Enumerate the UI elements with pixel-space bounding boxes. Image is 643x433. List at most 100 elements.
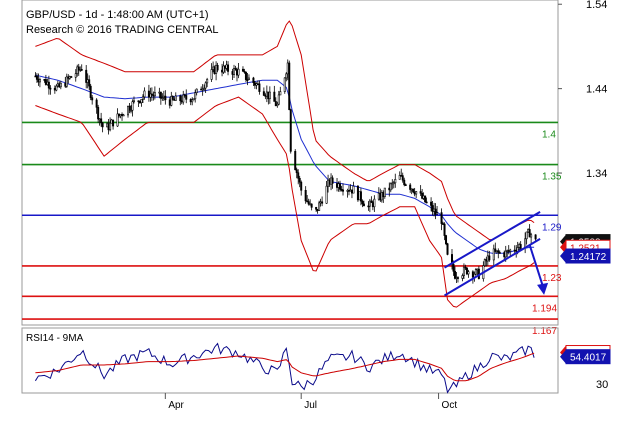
candle-body bbox=[424, 195, 427, 203]
candle-body bbox=[192, 98, 195, 101]
chart-figure: 1.4 1.35 1.29 1.23 1.194 1.167 1.54 1.44 1.34 1… bbox=[0, 0, 643, 428]
candle-body bbox=[241, 68, 244, 72]
candle-body bbox=[403, 179, 406, 185]
candle bbox=[445, 234, 448, 246]
candle-body bbox=[400, 175, 403, 177]
candle-body bbox=[367, 205, 370, 208]
candle-body bbox=[43, 79, 46, 81]
candle-body bbox=[346, 190, 349, 192]
candle-body bbox=[352, 185, 355, 194]
candle-body bbox=[194, 92, 197, 100]
level-label-2: 1.29 bbox=[542, 222, 562, 233]
candle-body bbox=[452, 263, 455, 272]
candle-body bbox=[265, 91, 268, 97]
candle-body bbox=[310, 203, 313, 208]
candle-body bbox=[244, 71, 247, 80]
candle-body bbox=[46, 81, 49, 85]
candle-body bbox=[149, 93, 152, 98]
candle-body bbox=[530, 234, 533, 238]
candle-body bbox=[349, 189, 352, 192]
price-tags: 1.25881.25211.24172 bbox=[560, 234, 611, 264]
candle-body bbox=[456, 277, 459, 279]
candle bbox=[192, 98, 195, 101]
candle-body bbox=[56, 83, 59, 87]
candle-body bbox=[446, 243, 449, 255]
candle-body bbox=[518, 244, 521, 248]
candle-body bbox=[119, 114, 122, 117]
candle-body bbox=[195, 88, 198, 93]
candle-body bbox=[295, 169, 298, 174]
candle-body bbox=[276, 103, 279, 107]
candle-body bbox=[465, 267, 468, 275]
candle-body bbox=[277, 94, 280, 105]
candle-body bbox=[174, 95, 177, 101]
candle-body bbox=[191, 99, 194, 103]
candle-body bbox=[121, 114, 124, 116]
candle-body bbox=[70, 76, 73, 78]
candle-body bbox=[419, 191, 422, 194]
candle-body bbox=[262, 91, 265, 96]
candle-body bbox=[138, 100, 141, 104]
candle-body bbox=[97, 107, 100, 120]
candle-body bbox=[189, 99, 192, 103]
candle-body bbox=[255, 83, 258, 86]
candle-body bbox=[122, 114, 125, 117]
candle-body bbox=[233, 68, 236, 75]
candle-body bbox=[216, 64, 219, 71]
candle-body bbox=[150, 93, 153, 96]
candle-body bbox=[309, 203, 312, 206]
candle-body bbox=[140, 99, 143, 104]
candle-body bbox=[85, 69, 88, 83]
candle bbox=[446, 242, 449, 256]
candle bbox=[483, 258, 486, 267]
candle bbox=[465, 267, 468, 276]
candle-body bbox=[404, 184, 407, 186]
candle-body bbox=[474, 269, 477, 275]
candle-body bbox=[356, 185, 359, 201]
candle bbox=[356, 184, 359, 202]
candle-body bbox=[471, 271, 474, 278]
candle-body bbox=[442, 223, 445, 225]
candle-body bbox=[488, 255, 491, 261]
candle-body bbox=[415, 191, 418, 195]
candle-body bbox=[422, 195, 425, 199]
candle-body bbox=[210, 69, 213, 80]
candle-body bbox=[180, 100, 183, 103]
candle-body bbox=[159, 91, 162, 99]
candle-body bbox=[304, 189, 307, 202]
candle-body bbox=[237, 68, 240, 76]
candle-body bbox=[476, 268, 479, 271]
candle-body bbox=[421, 192, 424, 199]
candle-body bbox=[252, 77, 255, 83]
candle-body bbox=[110, 119, 113, 124]
candle-body bbox=[268, 91, 271, 100]
candle-body bbox=[527, 229, 530, 233]
candle-body bbox=[101, 122, 104, 128]
candle-body bbox=[331, 177, 334, 184]
candle-body bbox=[503, 252, 506, 258]
price-tag-2: 1.24172 bbox=[560, 248, 611, 264]
candle-body bbox=[55, 85, 58, 91]
candle-body bbox=[431, 205, 434, 212]
candle-body bbox=[203, 87, 206, 90]
candle-body bbox=[161, 97, 164, 99]
candle-body bbox=[64, 82, 67, 87]
candle-body bbox=[106, 123, 109, 128]
candle-body bbox=[234, 68, 237, 71]
candle-body bbox=[462, 266, 465, 276]
time-tick-label-2: Oct bbox=[442, 400, 458, 411]
candle-body bbox=[461, 275, 464, 279]
candle-body bbox=[95, 99, 98, 108]
candle-body bbox=[294, 151, 297, 171]
candle-body bbox=[319, 201, 322, 204]
candle-body bbox=[274, 101, 277, 107]
candle bbox=[424, 195, 427, 203]
candle-body bbox=[515, 249, 518, 252]
candle-body bbox=[132, 100, 135, 103]
candle-body bbox=[382, 192, 385, 197]
candle-body bbox=[495, 250, 498, 252]
candle-body bbox=[204, 82, 207, 89]
level-label-4: 1.194 bbox=[532, 303, 557, 314]
candle-body bbox=[227, 64, 230, 72]
candle-body bbox=[391, 182, 394, 185]
